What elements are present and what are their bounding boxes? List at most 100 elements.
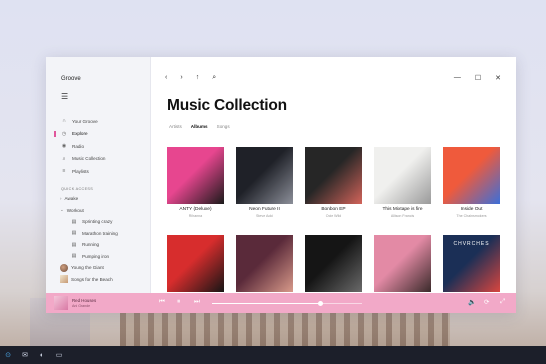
- quick-access-item[interactable]: ▤ Marathon training: [54, 228, 149, 240]
- quick-access-item[interactable]: ▤ Running: [54, 239, 149, 251]
- playlist-icon: ▤: [71, 218, 77, 225]
- edge-icon[interactable]: ◐: [37, 352, 47, 359]
- album-title[interactable]: Bonbon EP: [305, 207, 362, 212]
- album-tile[interactable]: CHVRCHES: [443, 235, 500, 292]
- quick-access-item[interactable]: ▤ Sprinting crazy: [54, 216, 149, 228]
- volume-icon[interactable]: 🔈: [468, 298, 476, 306]
- quick-access-label: Workout: [66, 207, 84, 213]
- sidebar-item-music-collection[interactable]: ⌕ Music Collection: [54, 153, 149, 166]
- quick-access-label: Running: [82, 242, 100, 248]
- album-tile[interactable]: Inside Out The Chainsmokers: [443, 147, 500, 218]
- album-cover[interactable]: [443, 147, 500, 204]
- album-tile[interactable]: [167, 235, 224, 292]
- fullscreen-icon[interactable]: ⤢: [500, 298, 505, 306]
- quick-access-item[interactable]: › Awake: [54, 193, 149, 205]
- previous-icon[interactable]: ⏮: [159, 298, 165, 306]
- playlist-icon: ≡: [62, 168, 66, 175]
- seek-bar[interactable]: [212, 300, 362, 306]
- album-cover[interactable]: [305, 147, 362, 204]
- forward-arrow-icon[interactable]: ›: [180, 74, 182, 82]
- album-artist[interactable]: Steve Aoki: [236, 214, 293, 218]
- album-cover[interactable]: [374, 235, 431, 292]
- album-tile[interactable]: [236, 235, 293, 292]
- quick-access-item[interactable]: ⌄ Workout: [54, 205, 149, 217]
- chevron-right-icon: ›: [60, 196, 62, 202]
- now-playing-art[interactable]: [54, 296, 68, 310]
- explorer-icon[interactable]: ▭: [54, 351, 64, 359]
- sidebar-item-label: Playlists: [72, 168, 89, 174]
- sidebar-item-explore[interactable]: ◷ Explore: [54, 128, 149, 141]
- quick-access-label: Awake: [64, 196, 79, 202]
- album-tile[interactable]: [305, 235, 362, 292]
- album-title[interactable]: ANTY (Deluxe): [167, 207, 224, 212]
- next-icon[interactable]: ⏭: [194, 298, 200, 306]
- quick-access-label: Young the Giant: [71, 265, 104, 271]
- album-artist[interactable]: Rihanna: [167, 214, 224, 218]
- up-arrow-icon[interactable]: ↑: [196, 74, 200, 82]
- chevron-down-icon: ⌄: [60, 207, 64, 213]
- quick-access-label: QUICK ACCESS: [61, 187, 94, 191]
- seek-bar-fill: [212, 302, 320, 304]
- sidebar-item-playlists[interactable]: ≡ Playlists: [54, 165, 149, 178]
- tab-bar: Artists Albums Songs: [169, 124, 230, 129]
- album-artist[interactable]: Ocie Wild: [305, 214, 362, 218]
- back-arrow-icon[interactable]: ‹: [165, 74, 167, 82]
- avatar: [60, 263, 68, 272]
- now-playing-title[interactable]: Red Houses: [72, 298, 96, 303]
- tab-songs[interactable]: Songs: [217, 124, 230, 129]
- sidebar-item-label: Music Collection: [72, 156, 106, 162]
- album-tile[interactable]: Bonbon EP Ocie Wild: [305, 147, 362, 218]
- collection-icon: ⌕: [62, 155, 66, 162]
- quick-access-item[interactable]: Songs for the Beach: [54, 274, 149, 286]
- now-playing-artist[interactable]: Ani Grande: [72, 304, 90, 308]
- now-playing-bar: Red Houses Ani Grande ⏮ ⏸ ⏭ 🔈 ⟳ ⤢: [46, 293, 516, 313]
- app-title: Groove: [61, 76, 81, 82]
- quick-access-item[interactable]: ▤ Pumping iron: [54, 251, 149, 263]
- page-title: Music Collection: [167, 97, 287, 114]
- album-tile[interactable]: This Mixtape is fire Allison Francis: [374, 147, 431, 218]
- album-title[interactable]: Neon Future II: [236, 207, 293, 212]
- album-cover[interactable]: [374, 147, 431, 204]
- tab-albums[interactable]: Albums: [191, 124, 208, 129]
- quick-access-list: › Awake ⌄ Workout ▤ Sprinting crazy ▤ Marathon …: [54, 193, 149, 285]
- playlist-icon: ▤: [71, 253, 77, 260]
- quick-access-label: Marathon training: [82, 230, 118, 236]
- pause-icon[interactable]: ⏸: [177, 298, 180, 306]
- album-artist[interactable]: The Chainsmokers: [443, 214, 500, 218]
- repeat-icon[interactable]: ⟳: [484, 298, 489, 306]
- hamburger-icon[interactable]: ☰: [61, 93, 68, 101]
- album-cover[interactable]: [167, 147, 224, 204]
- minimize-button[interactable]: —: [454, 74, 461, 82]
- quick-access-label: Pumping iron: [82, 253, 110, 259]
- clock-icon: ◷: [61, 130, 67, 137]
- sidebar-item-label: Radio: [72, 143, 85, 149]
- quick-access-label: Songs for the Beach: [71, 276, 113, 282]
- search-icon[interactable]: ⌕: [212, 74, 216, 82]
- album-tile[interactable]: [374, 235, 431, 292]
- album-cover[interactable]: [305, 235, 362, 292]
- playlist-icon: ▤: [71, 241, 77, 248]
- seek-bar-thumb[interactable]: [317, 300, 323, 306]
- sidebar-item-radio[interactable]: ◉ Radio: [54, 140, 149, 153]
- sidebar-item-label: Explore: [72, 131, 88, 137]
- album-cover[interactable]: [236, 147, 293, 204]
- headphones-icon: ∩: [62, 118, 66, 125]
- album-cover[interactable]: [167, 235, 224, 292]
- sidebar-item-label: Your Groove: [72, 118, 98, 124]
- mail-icon[interactable]: ✉: [20, 351, 30, 359]
- sidebar-item-your-groove[interactable]: ∩ Your Groove: [54, 115, 149, 128]
- album-cover[interactable]: [236, 235, 293, 292]
- sidebar: Groove ☰ ∩ Your Groove ◷ Explore ◉ Radio ⌕ Musi…: [46, 57, 151, 293]
- tab-artists[interactable]: Artists: [169, 124, 182, 129]
- album-title[interactable]: This Mixtape is fire: [374, 207, 431, 212]
- start-icon[interactable]: ⊙: [3, 351, 13, 359]
- quick-access-item[interactable]: Young the Giant: [54, 262, 149, 274]
- album-tile[interactable]: Neon Future II Steve Aoki: [236, 147, 293, 218]
- maximize-button[interactable]: ☐: [475, 74, 481, 82]
- album-cover[interactable]: CHVRCHES: [443, 235, 500, 292]
- album-thumbnail: [60, 275, 68, 284]
- album-artist[interactable]: Allison Francis: [374, 214, 431, 218]
- album-title[interactable]: Inside Out: [443, 207, 500, 212]
- close-button[interactable]: ✕: [495, 74, 501, 82]
- album-tile[interactable]: ANTY (Deluxe) Rihanna: [167, 147, 224, 218]
